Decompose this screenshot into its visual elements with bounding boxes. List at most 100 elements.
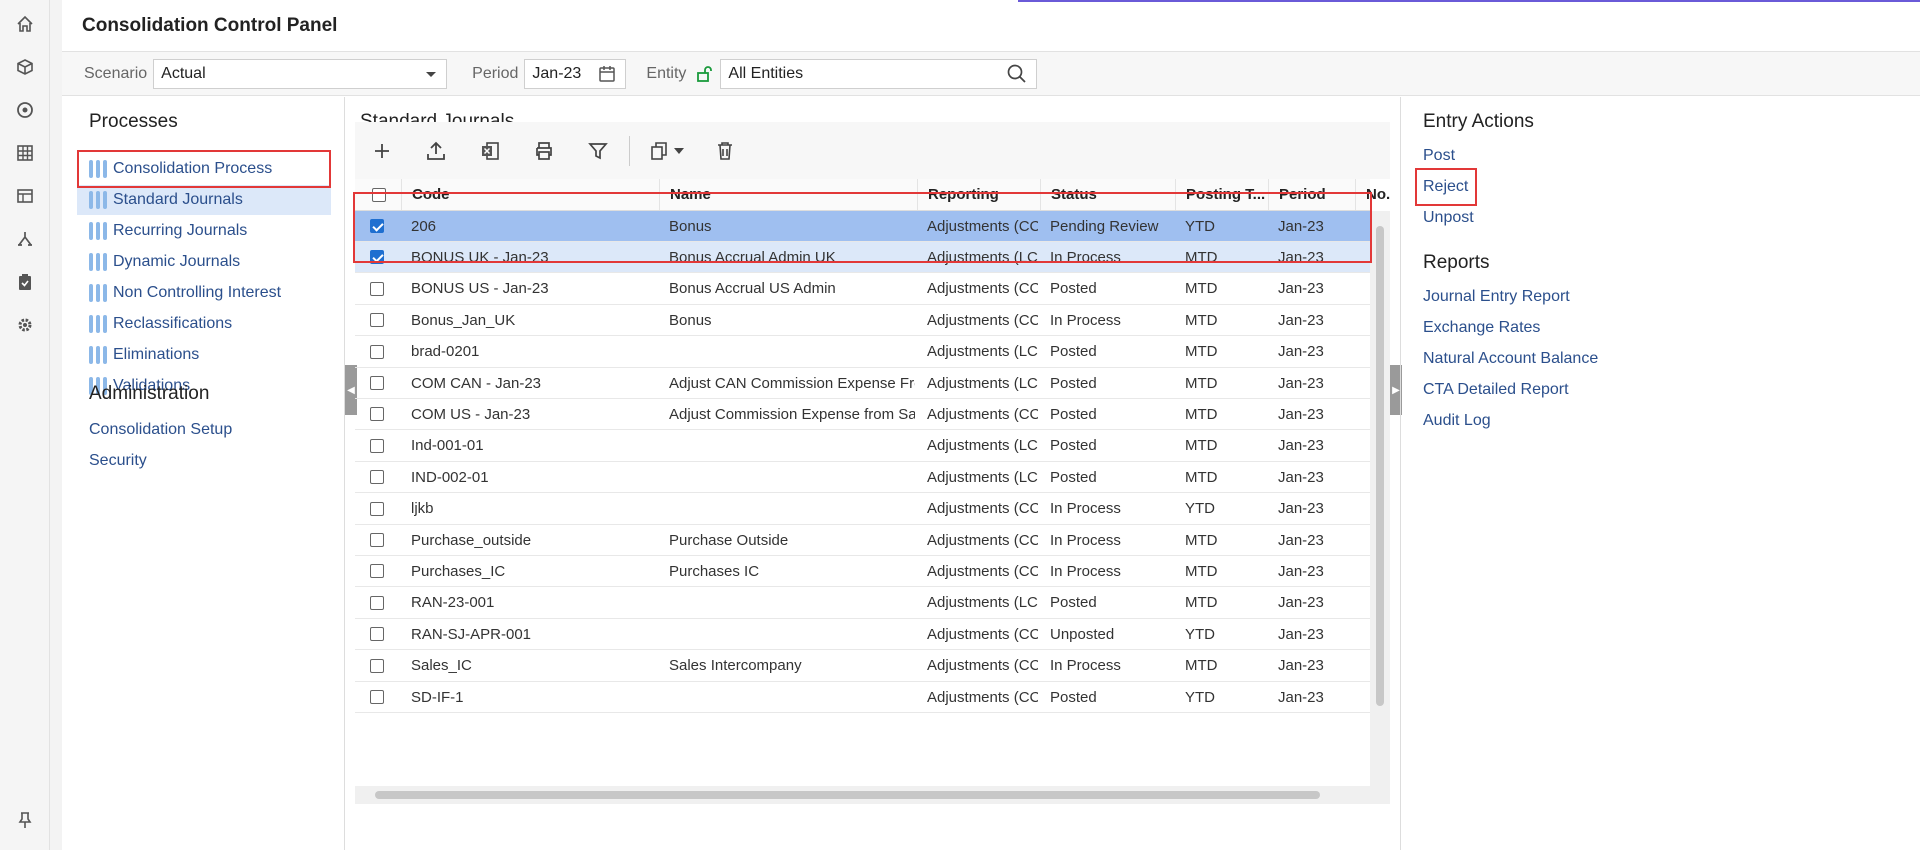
cell-status: In Process <box>1050 657 1121 675</box>
table-row[interactable]: RAN-SJ-APR-001 Adjustments (CC) Unposted YT… <box>355 619 1370 651</box>
home-icon[interactable] <box>13 12 37 36</box>
row-checkbox[interactable] <box>370 431 400 461</box>
row-checkbox[interactable] <box>370 274 400 304</box>
row-checkbox[interactable] <box>370 682 400 712</box>
scenario-select[interactable]: Actual <box>153 58 448 89</box>
cell-status: Posted <box>1050 405 1097 423</box>
page-header: Consolidation Control Panel <box>62 0 1920 52</box>
row-checkbox[interactable] <box>370 337 400 367</box>
reports-heading: Reports <box>1423 252 1490 273</box>
process-item[interactable]: Eliminations <box>89 340 199 370</box>
report-natural-account-balance[interactable]: Natural Account Balance <box>1423 350 1598 368</box>
entity-search-input[interactable]: All Entities <box>720 58 1038 89</box>
gear-icon[interactable] <box>13 313 37 337</box>
cell-reporting: Adjustments (LC) <box>927 468 1038 486</box>
print-button[interactable] <box>517 131 571 171</box>
scroll-thumb[interactable] <box>375 791 1320 799</box>
row-checkbox[interactable] <box>370 651 400 681</box>
cell-reporting: Adjustments (LC) <box>927 374 1038 392</box>
link-security[interactable]: Security <box>89 452 147 470</box>
link-consolidation-setup[interactable]: Consolidation Setup <box>89 421 232 439</box>
cell-status: In Process <box>1050 311 1121 329</box>
row-checkbox[interactable] <box>370 368 400 398</box>
period-value: Jan-23 <box>532 64 582 82</box>
row-checkbox[interactable] <box>370 525 400 555</box>
filter-button[interactable] <box>571 131 625 171</box>
cell-name <box>669 619 915 649</box>
table-row[interactable]: brad-0201 Adjustments (LC) Posted MTD Jan-23 <box>355 337 1370 368</box>
table-row[interactable]: SD-IF-1 Adjustments (CC) Posted YTD Jan-23 <box>355 682 1370 713</box>
table-row[interactable]: ljkb Adjustments (CC) In Process YTD Jan-23 <box>355 494 1370 525</box>
add-button[interactable] <box>355 131 409 171</box>
cube-icon[interactable] <box>13 55 37 79</box>
row-checkbox[interactable] <box>370 494 400 524</box>
copy-dropdown-button[interactable] <box>634 131 698 171</box>
upload-button[interactable] <box>409 131 463 171</box>
search-icon[interactable] <box>1006 63 1028 85</box>
cell-reporting: Adjustments (CC) <box>927 500 1038 518</box>
process-item[interactable]: Recurring Journals <box>89 216 247 246</box>
process-item[interactable]: Dynamic Journals <box>89 247 240 277</box>
unlock-icon[interactable] <box>692 65 716 83</box>
cell-reporting: Adjustments (LC) <box>927 437 1038 455</box>
highlight-box-standard-journals <box>77 150 331 188</box>
process-bars-icon <box>89 346 107 364</box>
export-excel-button[interactable] <box>463 131 517 171</box>
table-row[interactable]: Purchases_IC Purchases IC Adjustments (CC)… <box>355 556 1370 588</box>
table-row[interactable]: Bonus_Jan_UK Bonus Adjustments (CC) In Proc… <box>355 305 1370 337</box>
entity-label: Entity <box>646 64 687 82</box>
process-item[interactable]: Standard Journals <box>77 185 331 215</box>
cell-code: Purchase_outside <box>411 531 532 549</box>
table-row[interactable]: COM CAN - Jan-23 Adjust CAN Commission Ex… <box>355 368 1370 399</box>
header-accent-line <box>1018 0 1920 2</box>
grid-horizontal-scrollbar[interactable] <box>355 786 1390 804</box>
process-item[interactable]: Reclassifications <box>89 309 232 339</box>
cell-code: COM CAN - Jan-23 <box>411 374 542 392</box>
row-checkbox[interactable] <box>370 399 400 429</box>
period-input[interactable]: Jan-23 <box>524 58 627 89</box>
table-row[interactable]: COM US - Jan-23 Adjust Commission Expense… <box>355 399 1370 431</box>
cell-status: Posted <box>1050 343 1097 361</box>
table-report-icon[interactable] <box>13 184 37 208</box>
hierarchy-icon[interactable] <box>13 227 37 251</box>
upload-icon <box>427 141 445 160</box>
table-row[interactable]: BONUS US - Jan-23 Bonus Accrual US Admin A… <box>355 274 1370 305</box>
cell-posting: YTD <box>1185 500 1215 518</box>
scroll-thumb[interactable] <box>1376 226 1384 706</box>
table-row[interactable]: Ind-001-01 Adjustments (LC) Posted MTD Jan-2… <box>355 431 1370 462</box>
cell-status: Unposted <box>1050 625 1115 643</box>
grid-vertical-scrollbar[interactable] <box>1370 211 1390 786</box>
cell-status: In Process <box>1050 500 1121 518</box>
cell-name: Bonus <box>669 311 712 329</box>
cell-period: Jan-23 <box>1278 405 1324 423</box>
row-checkbox[interactable] <box>370 305 400 335</box>
process-item[interactable]: Non Controlling Interest <box>89 278 281 308</box>
action-post[interactable]: Post <box>1423 147 1455 165</box>
grid-icon[interactable] <box>13 141 37 165</box>
report-journal-entry[interactable]: Journal Entry Report <box>1423 288 1570 306</box>
processes-panel: Processes Consolidation Process Standard … <box>62 97 357 850</box>
row-checkbox[interactable] <box>370 588 400 618</box>
delete-button[interactable] <box>698 131 752 171</box>
scenario-label: Scenario <box>84 64 148 82</box>
calendar-icon[interactable] <box>597 64 617 84</box>
report-exchange-rates[interactable]: Exchange Rates <box>1423 319 1540 337</box>
table-row[interactable]: Purchase_outside Purchase Outside Adjustme… <box>355 525 1370 556</box>
row-checkbox[interactable] <box>370 556 400 586</box>
table-row[interactable]: RAN-23-001 Adjustments (LC) Posted MTD Jan-2… <box>355 588 1370 619</box>
report-audit-log[interactable]: Audit Log <box>1423 412 1491 430</box>
cell-posting: YTD <box>1185 688 1215 706</box>
report-cta-detailed[interactable]: CTA Detailed Report <box>1423 381 1569 399</box>
clipboard-check-icon[interactable] <box>13 270 37 294</box>
pin-icon[interactable] <box>13 808 37 832</box>
table-row[interactable]: IND-002-01 Adjustments (LC) Posted MTD Jan-2… <box>355 462 1370 494</box>
cell-code: Ind-001-01 <box>411 437 484 455</box>
table-row[interactable]: Sales_IC Sales Intercompany Adjustments (C… <box>355 651 1370 682</box>
action-unpost[interactable]: Unpost <box>1423 209 1474 227</box>
row-checkbox[interactable] <box>370 619 400 649</box>
actions-panel: Entry Actions Post Reject Unpost Reports… <box>1400 97 1920 850</box>
cell-reporting: Adjustments (LC) <box>927 594 1038 612</box>
target-icon[interactable] <box>13 98 37 122</box>
row-checkbox[interactable] <box>370 462 400 492</box>
process-bars-icon <box>89 222 107 240</box>
